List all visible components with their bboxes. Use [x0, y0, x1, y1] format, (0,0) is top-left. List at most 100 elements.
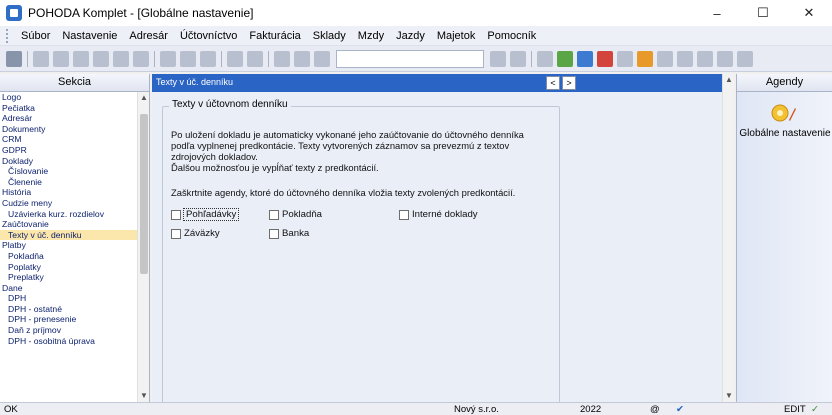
sekcia-item[interactable]: Zaúčtovanie	[0, 219, 138, 230]
sekcia-item[interactable]: CRM	[0, 134, 138, 145]
chart-icon[interactable]	[717, 50, 733, 67]
sekcia-scrollbar[interactable]: ▲ ▼	[137, 92, 149, 402]
checkbox-box[interactable]	[269, 228, 279, 239]
sekcia-item[interactable]: Adresár	[0, 113, 138, 124]
minimize-button[interactable]: –	[694, 0, 740, 26]
help-icon[interactable]	[737, 50, 753, 67]
sekcia-panel: Sekcia Logo Pečiatka Adresár Dokumenty CRM GD…	[0, 74, 150, 402]
window-title: POHODA Komplet - [Globálne nastavenie]	[28, 6, 254, 20]
sekcia-item[interactable]: Pečiatka	[0, 103, 138, 114]
status-bar: OK Nový s.r.o. 2022 @ ✔ EDIT ✓	[0, 402, 832, 415]
scroll-down-icon[interactable]: ▼	[138, 390, 150, 402]
checkbox-zavazky[interactable]: Záväzky	[171, 228, 220, 239]
menu-sklady[interactable]: Sklady	[307, 30, 352, 42]
checkbox-box[interactable]	[269, 209, 279, 220]
stats-icon[interactable]	[697, 50, 713, 67]
document-icon[interactable]	[133, 50, 149, 67]
report-icon[interactable]	[677, 50, 693, 67]
next-button[interactable]: >	[562, 76, 576, 90]
menu-nastavenie[interactable]: Nastavenie	[56, 30, 123, 42]
maximize-button[interactable]: ☐	[740, 0, 786, 26]
menu-pomocnik[interactable]: Pomocník	[481, 30, 542, 42]
back-icon[interactable]	[227, 50, 243, 67]
users-icon[interactable]	[637, 50, 653, 67]
edit-mode-icon: ✓	[811, 404, 819, 415]
sekcia-item[interactable]: Texty v úč. denníku	[0, 229, 138, 241]
content-scrollbar[interactable]: ▲ ▼	[722, 74, 734, 402]
menu-adresar[interactable]: Adresár	[123, 30, 174, 42]
export-icon[interactable]	[93, 50, 109, 67]
bookmark-icon[interactable]	[597, 50, 613, 67]
menu-subor[interactable]: Súbor	[15, 30, 56, 42]
sekcia-item[interactable]: Platby	[0, 240, 138, 251]
toolbar	[0, 46, 832, 72]
sekcia-item[interactable]: Členenie	[0, 177, 138, 188]
agendy-header: Agendy	[737, 74, 832, 92]
list-icon[interactable]	[200, 50, 216, 67]
checkbox-pohladavky[interactable]: Pohľadávky	[171, 208, 240, 221]
sekcia-item[interactable]: Uzávierka kurz. rozdielov	[0, 209, 138, 220]
toolbar-separator	[531, 50, 532, 67]
sekcia-item[interactable]: Daň z príjmov	[0, 325, 138, 336]
scroll-up-icon[interactable]: ▲	[723, 74, 735, 86]
info-line: Ďalšou možnosťou je vypĺňať texty z pred…	[171, 162, 379, 173]
checkbox-pokladna[interactable]: Pokladňa	[269, 209, 322, 220]
settings-agenda-icon[interactable]	[769, 102, 797, 124]
sekcia-item[interactable]: Číslovanie	[0, 166, 138, 177]
checkbox-interne-doklady[interactable]: Interné doklady	[399, 209, 478, 220]
agenda-globalne-nastavenie[interactable]: Globálne nastavenie	[737, 128, 832, 139]
sekcia-item[interactable]: Dokumenty	[0, 124, 138, 135]
info-line: Po uložení dokladu je automaticky vykona…	[171, 129, 524, 140]
sekcia-item[interactable]: Pokladňa	[0, 251, 138, 262]
quick-search-combo[interactable]	[336, 49, 484, 68]
filter-icon[interactable]	[490, 50, 506, 67]
send-icon[interactable]	[113, 50, 129, 67]
sekcia-item[interactable]: Poplatky	[0, 262, 138, 273]
table-icon[interactable]	[294, 50, 310, 67]
sekcia-item[interactable]: DPH	[0, 293, 138, 304]
add-icon[interactable]	[160, 50, 176, 67]
print-icon[interactable]	[33, 50, 49, 67]
status-year: 2022	[580, 404, 602, 415]
sekcia-item[interactable]: DPH - osobitná úprava	[0, 336, 138, 347]
sekcia-item[interactable]: Doklady	[0, 156, 138, 167]
copy-icon[interactable]	[73, 50, 89, 67]
globe-icon[interactable]	[577, 50, 593, 67]
checkbox-box[interactable]	[171, 228, 181, 239]
edit-icon[interactable]	[180, 50, 196, 67]
toolbar-separator	[154, 50, 155, 67]
sekcia-item[interactable]: Cudzie meny	[0, 198, 138, 209]
checkbox-box[interactable]	[399, 209, 409, 220]
sekcia-list: Logo Pečiatka Adresár Dokumenty CRM GDPR Dokla…	[0, 92, 138, 402]
clipboard-icon[interactable]	[314, 50, 330, 67]
sekcia-item[interactable]: GDPR	[0, 145, 138, 156]
menu-majetok[interactable]: Majetok	[431, 30, 482, 42]
sekcia-item[interactable]: Logo	[0, 92, 138, 103]
sekcia-item[interactable]: DPH - prenesenie	[0, 314, 138, 325]
calendar-icon[interactable]	[557, 50, 573, 67]
save-icon[interactable]	[274, 50, 290, 67]
checkbox-banka[interactable]: Banka	[269, 228, 309, 239]
menu-jazdy[interactable]: Jazdy	[390, 30, 431, 42]
checkbox-box[interactable]	[171, 209, 181, 220]
sekcia-item[interactable]: Dane	[0, 283, 138, 294]
scroll-down-icon[interactable]: ▼	[723, 390, 735, 402]
menu-fakturacia[interactable]: Fakturácia	[243, 30, 306, 42]
scroll-thumb[interactable]	[140, 114, 148, 274]
sekcia-item[interactable]: Preplatky	[0, 272, 138, 283]
new-record-icon[interactable]	[6, 50, 22, 67]
scroll-up-icon[interactable]: ▲	[138, 92, 150, 104]
record-icon[interactable]	[247, 50, 263, 67]
iban-icon[interactable]	[657, 50, 673, 67]
funnel-icon[interactable]	[510, 50, 526, 67]
content-caption: Texty v úč. denníku	[156, 77, 234, 87]
close-button[interactable]: ✕	[786, 0, 832, 26]
print-preview-icon[interactable]	[53, 50, 69, 67]
menu-uctovnictvo[interactable]: Účtovníctvo	[174, 30, 243, 42]
calculator-icon[interactable]	[537, 50, 553, 67]
prev-button[interactable]: <	[546, 76, 560, 90]
notes-icon[interactable]	[617, 50, 633, 67]
sekcia-item[interactable]: História	[0, 187, 138, 198]
sekcia-item[interactable]: DPH - ostatné	[0, 304, 138, 315]
menu-mzdy[interactable]: Mzdy	[352, 30, 390, 42]
